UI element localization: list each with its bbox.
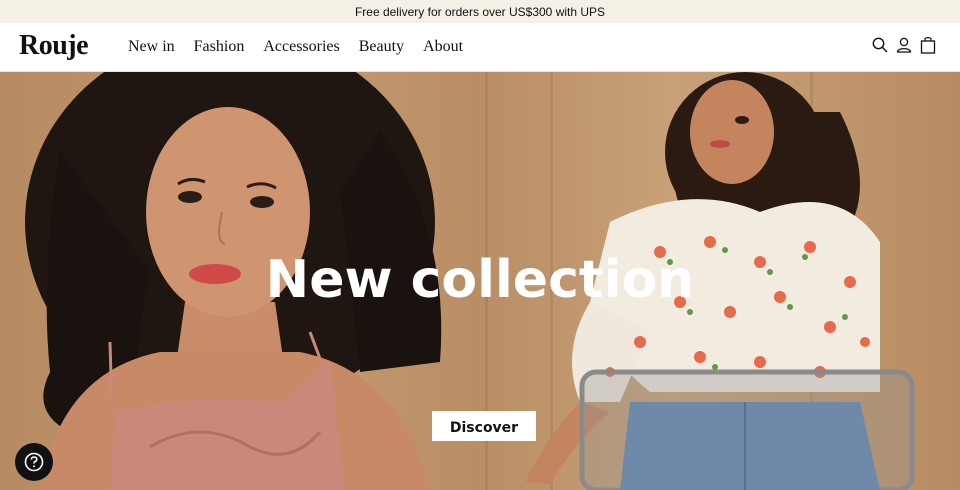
- bag-icon[interactable]: [920, 35, 936, 55]
- help-button[interactable]: [15, 443, 53, 481]
- account-icon[interactable]: [896, 35, 912, 55]
- announcement-bar: Free delivery for orders over US$300 wit…: [0, 0, 960, 23]
- nav-beauty[interactable]: Beauty: [359, 38, 404, 56]
- nav-about[interactable]: About: [423, 38, 463, 56]
- nav-fashion[interactable]: Fashion: [194, 38, 245, 56]
- brand-logo[interactable]: Rouje: [19, 30, 89, 62]
- search-icon[interactable]: [872, 35, 888, 55]
- hero-title: New collection: [265, 250, 695, 310]
- nav-accessories[interactable]: Accessories: [263, 38, 339, 56]
- site-header: Rouje New in Fashion Accessories Beauty …: [0, 23, 960, 72]
- question-mark-icon: [24, 452, 44, 472]
- header-icons: [872, 35, 936, 55]
- main-nav: New in Fashion Accessories Beauty About: [128, 38, 482, 56]
- announcement-text: Free delivery for orders over US$300 wit…: [354, 4, 606, 19]
- nav-new-in[interactable]: New in: [128, 38, 175, 56]
- discover-button[interactable]: Discover: [432, 411, 536, 441]
